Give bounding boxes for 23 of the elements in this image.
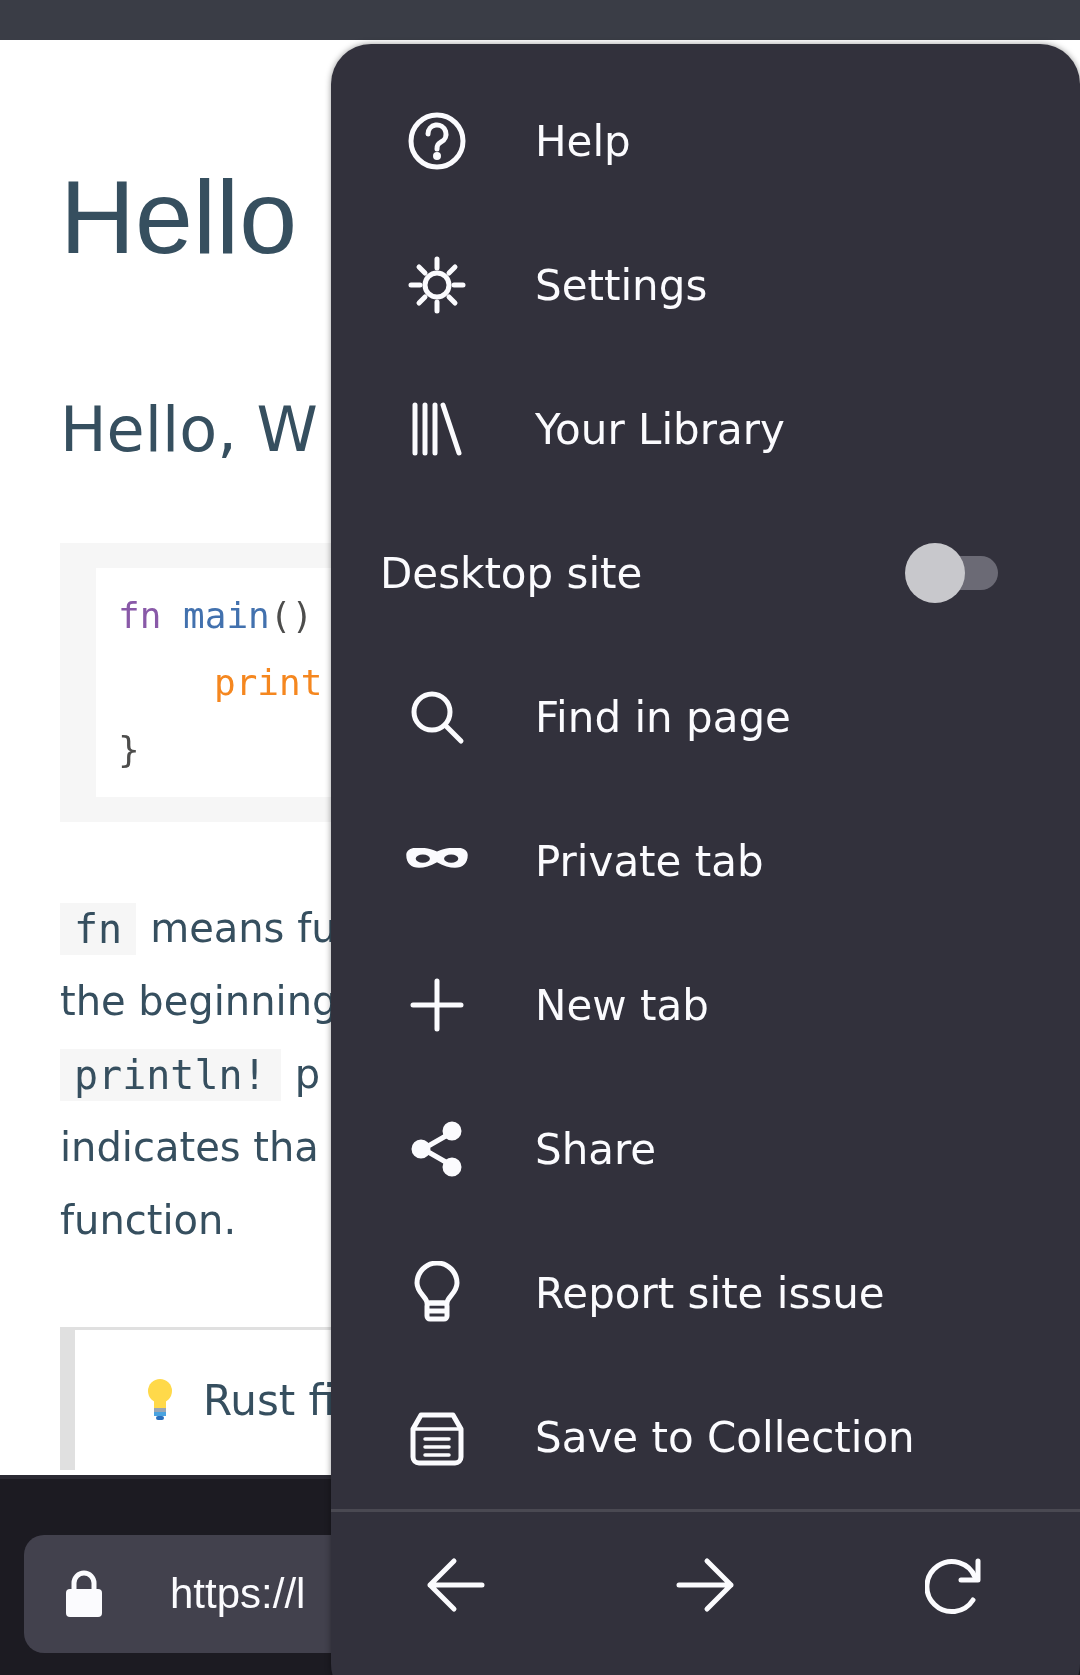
menu-item[interactable]: Private tab xyxy=(331,789,1080,933)
forward-arrow-icon xyxy=(675,1557,736,1613)
menu-item[interactable]: Desktop site xyxy=(331,501,1080,645)
menu-item[interactable]: Share xyxy=(331,1077,1080,1221)
page-subheading: Hello, W xyxy=(60,399,318,461)
code-line: fn main() xyxy=(118,594,314,638)
lightbulb-icon xyxy=(145,1378,175,1422)
lock-icon xyxy=(64,1569,104,1619)
menu-item[interactable]: Report site issue xyxy=(331,1221,1080,1365)
paragraph-text: p xyxy=(294,1050,321,1099)
page-heading: Hello xyxy=(60,165,297,269)
paragraph-text: function. xyxy=(60,1196,237,1245)
menu-item[interactable]: Help xyxy=(331,69,1080,213)
inline-code: fn xyxy=(60,902,137,955)
toggle-switch[interactable] xyxy=(905,543,998,603)
code-line: } xyxy=(118,728,140,772)
menu-item[interactable]: Find in page xyxy=(331,645,1080,789)
menu-item[interactable]: Your Library xyxy=(331,357,1080,501)
menu-item[interactable]: Settings xyxy=(331,213,1080,357)
back-arrow-icon xyxy=(425,1557,486,1613)
inline-code: println! xyxy=(60,1048,281,1101)
code-line: print xyxy=(213,661,323,705)
paragraph-text: indicates tha xyxy=(60,1123,319,1172)
